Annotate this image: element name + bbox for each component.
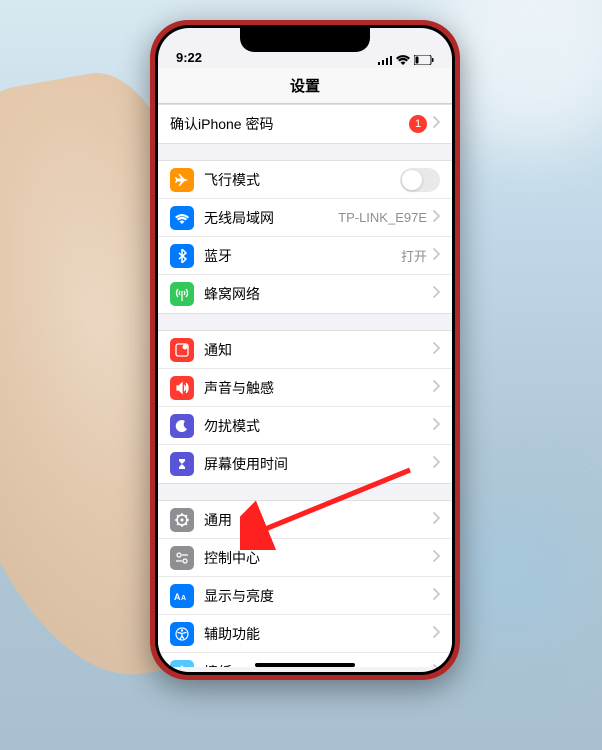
settings-group-0: 确认iPhone 密码 1	[158, 104, 452, 144]
row-screentime[interactable]: 屏幕使用时间	[158, 445, 452, 483]
row-label: 控制中心	[204, 548, 433, 568]
row-label: 屏幕使用时间	[204, 454, 433, 474]
settings-group-2: 通知 声音与触感 勿扰模式 屏幕使用时间	[158, 330, 452, 484]
battery-icon	[414, 55, 434, 65]
notch	[240, 28, 370, 52]
row-label: 飞行模式	[204, 170, 400, 190]
chevron-right-icon	[433, 417, 440, 435]
row-label: 通知	[204, 340, 433, 360]
badge-icon: 1	[409, 115, 427, 133]
row-general[interactable]: 通用	[158, 501, 452, 539]
chevron-right-icon	[433, 379, 440, 397]
row-notifications[interactable]: 通知	[158, 331, 452, 369]
row-accessibility[interactable]: 辅助功能	[158, 615, 452, 653]
speaker-icon	[170, 376, 194, 400]
row-label: 声音与触感	[204, 378, 433, 398]
row-detail: 打开	[401, 246, 427, 265]
notify-icon	[170, 338, 194, 362]
row-detail: TP-LINK_E97E	[338, 210, 427, 225]
chevron-right-icon	[433, 625, 440, 643]
chevron-right-icon	[433, 341, 440, 359]
settings-group-1: 飞行模式 无线局域网 TP-LINK_E97E 蓝牙 打开	[158, 160, 452, 314]
status-time: 9:22	[176, 50, 202, 65]
wifi-icon	[396, 55, 410, 65]
row-label: 勿扰模式	[204, 416, 433, 436]
signal-icon	[378, 55, 392, 65]
row-bluetooth[interactable]: 蓝牙 打开	[158, 237, 452, 275]
AA-icon: AA	[170, 584, 194, 608]
row-dnd[interactable]: 勿扰模式	[158, 407, 452, 445]
flower-icon	[170, 660, 194, 668]
gear-icon	[170, 508, 194, 532]
toggle-switch[interactable]	[400, 168, 440, 192]
row-label: 蜂窝网络	[204, 284, 433, 304]
row-wifi[interactable]: 无线局域网 TP-LINK_E97E	[158, 199, 452, 237]
row-sounds[interactable]: 声音与触感	[158, 369, 452, 407]
row-passcode-confirm[interactable]: 确认iPhone 密码 1	[158, 105, 452, 143]
bluetooth-icon	[170, 244, 194, 268]
svg-text:A: A	[181, 595, 186, 602]
chevron-right-icon	[433, 511, 440, 529]
row-display[interactable]: AA 显示与亮度	[158, 577, 452, 615]
row-control-center[interactable]: 控制中心	[158, 539, 452, 577]
accessibility-icon	[170, 622, 194, 646]
page-title: 设置	[290, 75, 320, 96]
svg-text:A: A	[174, 592, 181, 602]
chevron-right-icon	[433, 115, 440, 133]
settings-group-3: 通用 控制中心 AA 显示与亮度 辅助功能	[158, 500, 452, 667]
settings-list[interactable]: 确认iPhone 密码 1 飞行模式 无线局域网 TP-LINK_E97E	[158, 104, 452, 667]
moon-icon	[170, 414, 194, 438]
row-airplane-mode[interactable]: 飞行模式	[158, 161, 452, 199]
phone-frame: 9:22 设置	[150, 20, 460, 680]
hourglass-icon	[170, 452, 194, 476]
plane-icon	[170, 168, 194, 192]
antenna-icon	[170, 282, 194, 306]
row-cellular[interactable]: 蜂窝网络	[158, 275, 452, 313]
switches-icon	[170, 546, 194, 570]
phone-screen: 9:22 设置	[158, 28, 452, 672]
chevron-right-icon	[433, 587, 440, 605]
chevron-right-icon	[433, 247, 440, 265]
wifi-icon	[170, 206, 194, 230]
row-label: 无线局域网	[204, 208, 338, 228]
chevron-right-icon	[433, 549, 440, 567]
chevron-right-icon	[433, 209, 440, 227]
row-label: 蓝牙	[204, 246, 401, 266]
chevron-right-icon	[433, 455, 440, 473]
home-indicator[interactable]	[255, 663, 355, 667]
chevron-right-icon	[433, 285, 440, 303]
row-label: 通用	[204, 510, 433, 530]
page-header: 设置	[158, 68, 452, 104]
row-label: 确认iPhone 密码	[170, 114, 409, 134]
row-label: 显示与亮度	[204, 586, 433, 606]
chevron-right-icon	[433, 663, 440, 668]
row-label: 辅助功能	[204, 624, 433, 644]
